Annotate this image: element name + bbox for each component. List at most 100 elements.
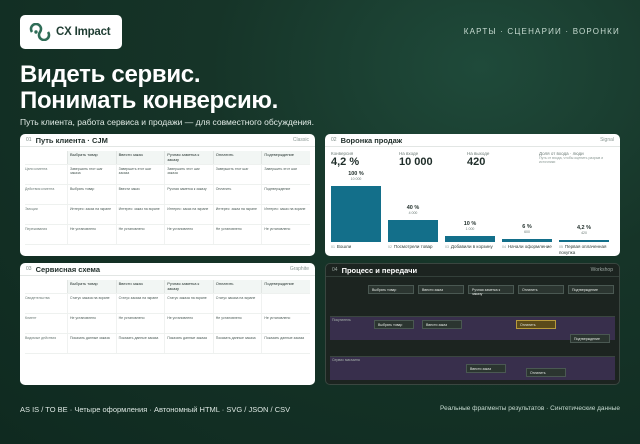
grid-cell: Показать данные заказа bbox=[261, 334, 310, 353]
funnel-count: 10 000 bbox=[350, 177, 362, 181]
card-cjm-header: 01 Путь клиента · CJM Classic bbox=[20, 134, 315, 147]
grid-corner bbox=[25, 151, 67, 164]
funnel-stage-label: 04 Начали оформление bbox=[502, 244, 556, 250]
process-node: Ввести заказ bbox=[422, 320, 462, 329]
funnel-stat: На выходе 420 bbox=[467, 151, 489, 168]
funnel-stage-label: 02 Посмотрели товар bbox=[388, 244, 442, 250]
funnel-stage-number: 03 bbox=[445, 245, 449, 249]
grid-cell: Завершить этот шаг заказа bbox=[67, 165, 116, 184]
funnel-count: 1 000 bbox=[465, 227, 475, 232]
funnel-count: 420 bbox=[581, 230, 587, 235]
hero-subtitle: Путь клиента, работа сервиса и продажи —… bbox=[20, 117, 315, 127]
grid-cell: Завершить этот шаг bbox=[212, 165, 262, 184]
footer-note: Реальные фрагменты результатов · Синтети… bbox=[440, 405, 620, 412]
grid-corner bbox=[25, 280, 67, 293]
grid-cell: Оплатить bbox=[212, 185, 262, 204]
funnel-stat-note: Путь от входа, чтобы оценить разрыв и ис… bbox=[539, 156, 604, 164]
grid-row-label: Свидетельства bbox=[25, 296, 50, 300]
grid-column-header: Ввести заказ bbox=[115, 151, 165, 164]
funnel-percent: 10 % 1 000 bbox=[445, 221, 495, 231]
process-node: Подтверждение bbox=[570, 334, 610, 343]
grid-cell: Не установлено bbox=[115, 225, 165, 244]
funnel-percent-value: 40 % bbox=[406, 204, 420, 211]
grid-column-header: Подтверждение bbox=[261, 151, 310, 164]
grid-row: Видимые действия Показать данные заказа По… bbox=[25, 334, 310, 354]
grid-row: Клиент Не установлено Не установлено Не уст… bbox=[25, 314, 310, 334]
top-nav[interactable]: КАРТЫ · СЦЕНАРИИ · ВОРОНКИ bbox=[464, 27, 620, 36]
grid-cell: Статус заказа на экране bbox=[164, 294, 213, 313]
grid-header-row: Выбрать товар Ввести заказ Ручная заметка … bbox=[25, 280, 310, 294]
process-column-header: Подтверждение bbox=[568, 285, 614, 294]
hero-title: Видеть сервис. Понимать конверсию. bbox=[20, 62, 278, 114]
grid-row-label: Видимые действия bbox=[25, 336, 57, 340]
funnel-stage-label: 05 Первая оплаченная покупка bbox=[559, 244, 613, 255]
grid-row: Свидетельства Статус заказа на экране Стат… bbox=[25, 294, 310, 314]
grid-cell bbox=[261, 294, 310, 313]
funnel-percent: 4,2 % 420 bbox=[559, 225, 609, 235]
card-service[interactable]: 03 Сервисная схема Graphite Выбрать това… bbox=[20, 263, 315, 385]
card-tag: Workshop bbox=[590, 267, 613, 273]
grid-cell: Интерес: заказ на экране bbox=[261, 205, 310, 224]
funnel-stage-name: Посмотрели товар bbox=[393, 244, 433, 249]
card-tag: Graphite bbox=[289, 266, 309, 272]
card-funnel[interactable]: 02 Воронка продаж Signal Конверсия 4,2 % Н… bbox=[325, 134, 620, 256]
grid-cell: Интерес: заказ на экране bbox=[164, 205, 213, 224]
process-column-header: Ручная заметка к заказу bbox=[468, 285, 514, 296]
process-lane-label: Сервис магазина bbox=[332, 358, 360, 362]
grid-cell: Показать данные заказа bbox=[164, 334, 213, 353]
grid-row-label: Действия клиента bbox=[25, 187, 55, 191]
grid-row-label: Эмоции bbox=[25, 207, 38, 211]
grid-column-header: Ввести заказ bbox=[115, 280, 165, 293]
grid-cell: Ввести заказ bbox=[115, 185, 165, 204]
service-grid: Выбрать товар Ввести заказ Ручная заметка … bbox=[25, 280, 310, 381]
funnel-stat: На входе 10 000 bbox=[399, 151, 433, 168]
grid-cell: Завершить этот шаг заказа bbox=[164, 165, 213, 184]
process-column-header: Выбрать товар bbox=[368, 285, 414, 294]
grid-cell: Показать данные заказа bbox=[212, 334, 262, 353]
grid-row-label: Цели клиента bbox=[25, 167, 48, 171]
grid-cell: Ручная заметка к заказу bbox=[164, 185, 213, 204]
funnel-stage-name: Первая оплаченная покупка bbox=[559, 244, 607, 255]
grid-row: Действия клиента Выбрать товар Ввести зака… bbox=[25, 185, 310, 205]
funnel-stat: Доля от входа · люди Путь от входа, чтобы… bbox=[539, 151, 609, 164]
funnel-stage-label: 03 Добавили в корзину bbox=[445, 244, 499, 250]
grid-cell: Статус заказа на экране bbox=[212, 294, 262, 313]
grid-row-label: Переживания bbox=[25, 227, 48, 231]
footer-features: AS IS / TO BE · Четыре оформления · Авто… bbox=[20, 405, 291, 414]
grid-cell: Не установлено bbox=[261, 225, 310, 244]
grid-cell: Показать данные заказа bbox=[115, 334, 165, 353]
funnel-stage-name: Начали оформление bbox=[507, 244, 552, 249]
grid-cell: Статус заказа на экране bbox=[67, 294, 116, 313]
funnel-percent-value: 4,2 % bbox=[576, 224, 592, 231]
card-process[interactable]: 04 Процесс и передачи Workshop Выбрать т… bbox=[325, 263, 620, 385]
card-cjm[interactable]: 01 Путь клиента · CJM Classic Выбрать то… bbox=[20, 134, 315, 256]
card-number: 01 bbox=[26, 137, 32, 143]
grid-row: Цели клиента Завершить этот шаг заказа Зав… bbox=[25, 165, 310, 185]
hero-line-1: Видеть сервис. bbox=[20, 61, 201, 88]
grid-cell: Не установлено bbox=[212, 314, 262, 333]
card-number: 03 bbox=[26, 266, 32, 272]
card-tag: Classic bbox=[292, 137, 309, 143]
card-title: Воронка продаж bbox=[340, 135, 403, 145]
grid-cell: Интерес: заказ на экране bbox=[67, 205, 116, 224]
brand-name: CX Impact bbox=[56, 26, 111, 38]
card-number: 04 bbox=[332, 267, 338, 273]
funnel-bar bbox=[331, 186, 381, 242]
process-lane-divider bbox=[330, 316, 615, 317]
funnel-stage-label: 01 Вошли bbox=[331, 244, 385, 250]
funnel-stat: Конверсия 4,2 % bbox=[331, 151, 359, 168]
hero-line-2: Понимать конверсию. bbox=[20, 87, 278, 114]
card-process-header: 04 Процесс и передачи Workshop bbox=[326, 264, 619, 277]
grid-cell: Интерес: заказ на экране bbox=[115, 205, 165, 224]
grid-cell: Не установлено bbox=[115, 314, 165, 333]
brand-logo[interactable]: CX Impact bbox=[20, 15, 122, 49]
funnel-stage-number: 01 bbox=[331, 245, 335, 249]
card-number: 02 bbox=[331, 137, 337, 143]
funnel-stat-value: 4,2 % bbox=[331, 156, 360, 168]
grid-column-header: Ручная заметка к заказу bbox=[164, 151, 213, 164]
funnel-bar bbox=[502, 238, 552, 242]
process-lane-label: Покупатель bbox=[332, 318, 351, 322]
process-lane-divider bbox=[330, 356, 615, 357]
grid-cell: Не установлено bbox=[261, 314, 310, 333]
grid-row: Эмоции Интерес: заказ на экране Интерес: з… bbox=[25, 205, 310, 225]
